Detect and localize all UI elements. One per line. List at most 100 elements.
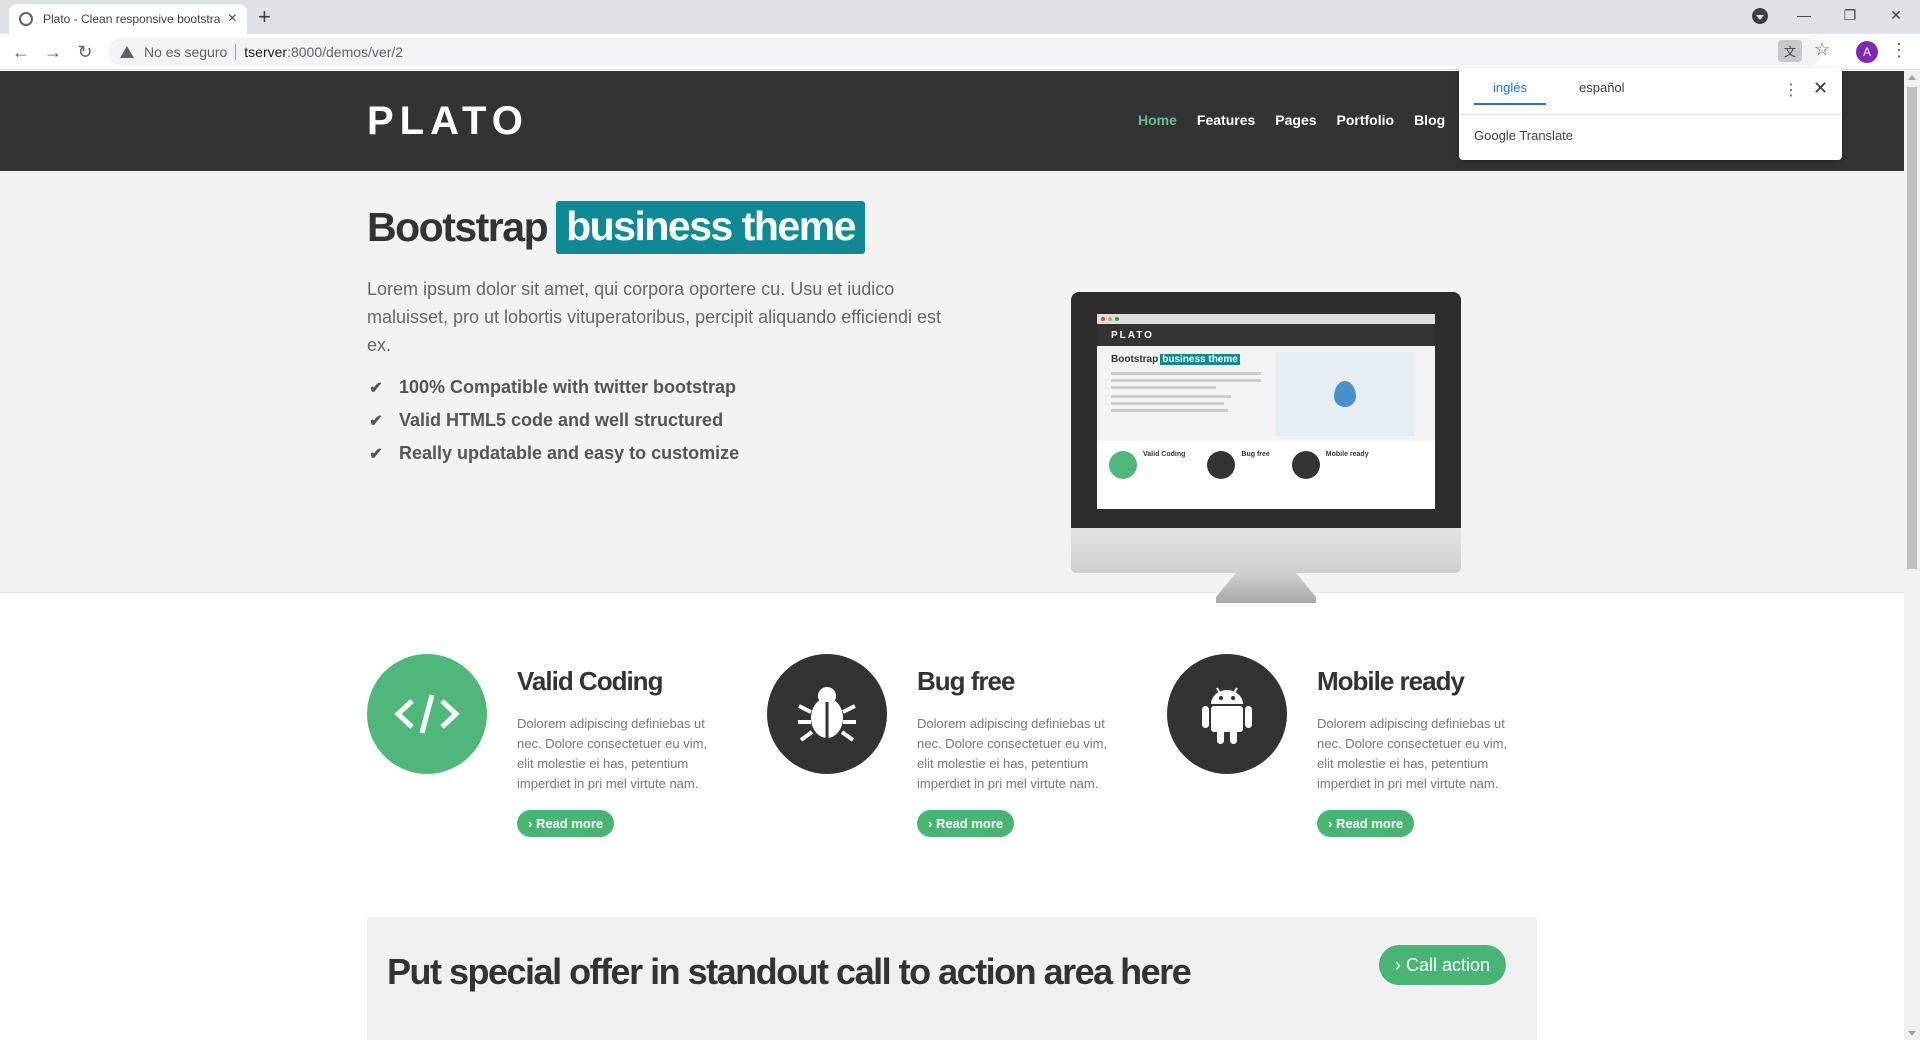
cta-text: Put special offer in standout call to ac… (387, 951, 1192, 992)
mini-dot (1108, 317, 1112, 321)
reload-icon[interactable]: ↻ (73, 40, 97, 64)
more-options-icon[interactable]: ⋮ (1783, 80, 1799, 100)
nav-item-blog[interactable]: Blog (1414, 112, 1445, 128)
tab-title: Plato - Clean responsive bootstra (43, 12, 220, 26)
monitor-illustration: PLATO Bootstrap business theme Valid Cod… (1071, 292, 1461, 612)
list-item: ✔ Really updatable and easy to customize (367, 437, 739, 470)
nav-item-features[interactable]: Features (1197, 112, 1255, 128)
mini-feature: Bug free (1207, 451, 1270, 479)
url-path: :8000/demos/ver/2 (287, 44, 404, 60)
site-logo[interactable]: PLATO (367, 99, 529, 144)
warning-icon (120, 46, 134, 58)
mini-feature-title: Valid Coding (1143, 451, 1186, 458)
translate-icon[interactable]: 文 (1778, 40, 1802, 62)
profile-avatar[interactable]: A (1856, 41, 1878, 63)
scroll-up-icon[interactable] (1908, 75, 1916, 80)
hero-section: Bootstrap business theme Lorem ipsum dol… (0, 171, 1904, 603)
monitor-chin (1071, 528, 1461, 573)
restore-button[interactable]: ❐ (1827, 0, 1873, 30)
tab-search-icon[interactable] (1752, 8, 1768, 24)
feature-text: Dolorem adipiscing definiebas ut nec. Do… (1317, 716, 1508, 791)
feature-text: Dolorem adipiscing definiebas ut nec. Do… (517, 716, 708, 791)
url-host: tserver (244, 44, 288, 60)
read-more-button[interactable]: › Read more (517, 810, 615, 837)
mini-text-lines (1111, 372, 1261, 416)
omnibox-divider (235, 44, 237, 60)
brand-translate: Translate (1519, 128, 1574, 143)
mini-code-icon (1109, 451, 1137, 479)
mini-hero: Bootstrap business theme (1097, 346, 1435, 441)
browser-tab[interactable]: Plato - Clean responsive bootstra × (9, 4, 247, 34)
mini-feature: Valid Coding (1109, 451, 1185, 479)
feature-title: Mobile ready (1317, 666, 1465, 696)
mini-android-icon (1291, 451, 1320, 479)
tab-target-language[interactable]: español (1569, 80, 1635, 103)
mini-line (1111, 386, 1216, 389)
nav-item-home[interactable]: Home (1138, 112, 1177, 128)
call-action-button[interactable]: › Call action (1379, 945, 1507, 985)
security-label[interactable]: No es seguro (144, 44, 227, 60)
main-nav: Home Features Pages Portfolio Blog (1138, 112, 1445, 128)
scrollbar-thumb[interactable] (1907, 87, 1917, 569)
feature-mobile-ready: Mobile ready Dolorem adipiscing definieb… (1167, 654, 1547, 854)
hero-feature-list: ✔ 100% Compatible with twitter bootstrap … (367, 371, 739, 470)
feature-title: Valid Coding (517, 666, 663, 696)
list-item-label: 100% Compatible with twitter bootstrap (399, 377, 737, 397)
feature-bug-free: Bug free Dolorem adipiscing definiebas u… (767, 654, 1147, 854)
list-item-label: Valid HTML5 code and well structured (399, 410, 724, 430)
browser-toolbar: ← → ↻ No es seguro tserver :8000/demos/v… (0, 34, 1920, 70)
nav-item-pages[interactable]: Pages (1275, 112, 1316, 128)
drop-icon (1334, 381, 1356, 407)
mini-line (1111, 379, 1261, 382)
page-scrollbar[interactable] (1904, 71, 1920, 1040)
close-icon[interactable]: ✕ (1813, 78, 1828, 99)
forward-arrow-icon[interactable]: → (41, 40, 65, 64)
popup-divider (1459, 114, 1842, 115)
address-bar[interactable]: No es seguro tserver :8000/demos/ver/2 (108, 38, 1822, 66)
call-to-action-section: Put special offer in standout call to ac… (367, 917, 1537, 1040)
feature-valid-coding: Valid Coding Dolorem adipiscing definieb… (367, 654, 747, 854)
globe-icon (19, 12, 33, 26)
nav-item-portfolio[interactable]: Portfolio (1337, 112, 1395, 128)
window-close-button[interactable]: ✕ (1873, 0, 1919, 30)
list-item: ✔ 100% Compatible with twitter bootstrap (367, 371, 739, 404)
tab-source-language[interactable]: inglés (1474, 80, 1546, 105)
new-tab-button[interactable]: + (258, 4, 271, 30)
mini-line (1111, 372, 1261, 375)
read-more-button[interactable]: › Read more (1317, 810, 1415, 837)
read-more-button[interactable]: › Read more (917, 810, 1015, 837)
bug-icon (767, 654, 887, 774)
minimize-button[interactable]: — (1781, 0, 1827, 30)
mini-image (1275, 352, 1415, 436)
monitor-stand (1216, 573, 1316, 603)
mini-browser-bar (1097, 314, 1435, 324)
check-icon: ✔ (369, 379, 383, 397)
mini-bug-icon (1207, 451, 1236, 479)
google-translate-brand: Google Translate (1474, 128, 1573, 143)
mini-title-plain: Bootstrap (1111, 354, 1159, 365)
browser-tab-strip: Plato - Clean responsive bootstra × + — … (0, 0, 1920, 34)
mini-features: Valid Coding Bug free Mobile ready (1097, 441, 1435, 489)
back-arrow-icon[interactable]: ← (9, 40, 33, 64)
hero-title: Bootstrap business theme (367, 201, 865, 254)
feature-title: Bug free (917, 666, 1015, 696)
mini-line (1111, 409, 1228, 412)
hero-lead: Lorem ipsum dolor sit amet, qui corpora … (367, 279, 941, 355)
feature-text: Dolorem adipiscing definiebas ut nec. Do… (917, 716, 1108, 791)
mini-header: PLATO (1097, 324, 1435, 346)
translate-popup: inglés español ⋮ ✕ Google Translate (1459, 68, 1842, 160)
code-icon (367, 654, 487, 774)
list-item-label: Really updatable and easy to customize (399, 443, 740, 463)
scroll-down-icon[interactable] (1908, 1031, 1916, 1036)
monitor-screen: PLATO Bootstrap business theme Valid Cod… (1097, 314, 1435, 509)
android-icon (1167, 654, 1287, 774)
mini-dot (1101, 317, 1105, 321)
bookmark-star-icon[interactable]: ☆ (1814, 39, 1830, 60)
mini-line (1111, 395, 1231, 398)
browser-menu-icon[interactable]: ⋮ (1890, 40, 1908, 61)
mini-feature: Mobile ready (1291, 451, 1369, 479)
mini-feature-title: Mobile ready (1325, 451, 1369, 458)
mini-title-highlight: business theme (1160, 354, 1240, 365)
tab-close-icon[interactable]: × (228, 11, 237, 27)
hero-title-plain: Bootstrap (367, 204, 549, 250)
